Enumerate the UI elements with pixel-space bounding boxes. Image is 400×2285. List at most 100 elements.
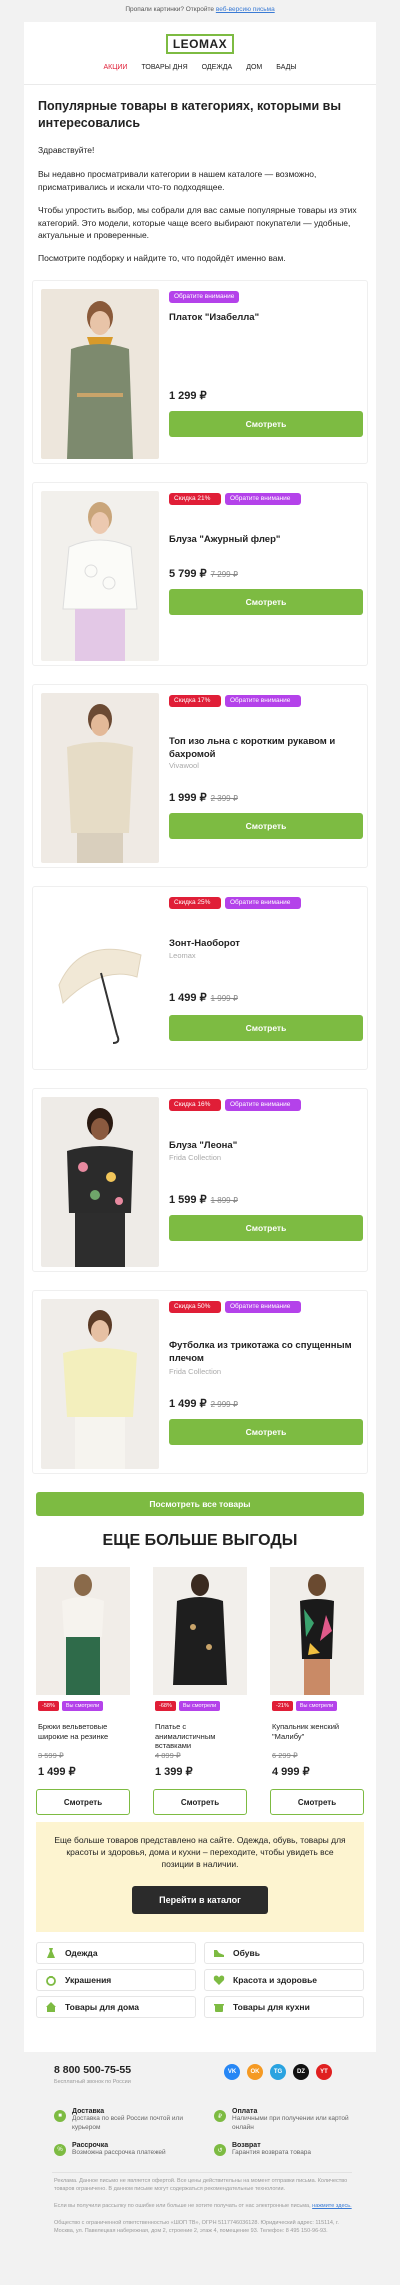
- product-image[interactable]: [153, 1567, 247, 1695]
- dzen-icon[interactable]: DZ: [293, 2064, 309, 2080]
- dress-icon: [45, 1947, 57, 1959]
- top-nav: АКЦИИ ТОВАРЫ ДНЯ ОДЕЖДА ДОМ БАДЫ: [24, 64, 376, 71]
- nav-item-products-of-day[interactable]: ТОВАРЫ ДНЯ: [141, 64, 187, 71]
- category-jewelry[interactable]: Украшения: [36, 1969, 196, 1991]
- intro-paragraph-2: Чтобы упростить выбор, мы собрали для ва…: [38, 205, 357, 240]
- price-old: 3 599 ₽: [38, 1751, 64, 1760]
- percent-icon: %: [54, 2144, 66, 2156]
- info-title: Возврат: [232, 2142, 261, 2149]
- badge-row: Скидка 50% Обратите внимание: [169, 1301, 301, 1313]
- view-button[interactable]: Смотреть: [169, 589, 363, 615]
- pot-icon: [213, 2001, 225, 2013]
- price-old: 1 899 ₽: [210, 1196, 238, 1205]
- attention-badge: Обратите внимание: [225, 1099, 301, 1111]
- nav-item-home[interactable]: ДОМ: [246, 64, 262, 71]
- installment-info: % Рассрочка Возможна рассрочка платежей: [54, 2142, 194, 2158]
- telegram-icon[interactable]: TG: [270, 2064, 286, 2080]
- nav-item-clothes[interactable]: ОДЕЖДА: [202, 64, 233, 71]
- category-shoes[interactable]: Обувь: [204, 1942, 364, 1964]
- nav-item-promotions[interactable]: АКЦИИ: [103, 64, 127, 71]
- mini-product-card: -21% Вы смотрели Купальник женский "Мали…: [270, 1567, 364, 1821]
- product-name[interactable]: Футболка из трикотажа со спущенным плечо…: [169, 1339, 365, 1365]
- product-image[interactable]: [41, 289, 159, 459]
- category-label: Красота и здоровье: [233, 1975, 318, 1985]
- ok-icon[interactable]: OK: [247, 2064, 263, 2080]
- badge-row: Обратите внимание: [169, 291, 240, 303]
- go-to-catalog-button[interactable]: Перейти в каталог: [132, 1886, 268, 1914]
- info-title: Доставка: [72, 2108, 105, 2115]
- sale-badge: Скидка 25%: [169, 897, 221, 909]
- view-button[interactable]: Смотреть: [36, 1789, 130, 1815]
- price-current: 1 599 ₽: [169, 1194, 207, 1206]
- attention-badge: Обратите внимание: [225, 1301, 301, 1313]
- shoe-icon: [213, 1947, 225, 1959]
- product-name[interactable]: Платье с анималистичным вставками: [155, 1722, 247, 1751]
- product-price: 5 799 ₽7 299 ₽: [169, 567, 238, 580]
- view-button[interactable]: Смотреть: [270, 1789, 364, 1815]
- support-phone[interactable]: 8 800 500-75-55: [54, 2064, 131, 2076]
- product-name[interactable]: Брюки вельветовые широкие на резинке: [38, 1722, 130, 1741]
- mini-product-card: -58% Вы смотрели Брюки вельветовые широк…: [36, 1567, 130, 1821]
- product-image[interactable]: [41, 1299, 159, 1469]
- company-info: Общество с ограниченной ответственностью…: [54, 2220, 339, 2234]
- product-brand: Leomax: [169, 951, 196, 960]
- product-image[interactable]: [41, 693, 159, 863]
- price-old: 4 899 ₽: [155, 1751, 181, 1760]
- product-image[interactable]: [270, 1567, 364, 1695]
- vk-icon[interactable]: VK: [224, 2064, 240, 2080]
- product-card: Скидка 16% Обратите внимание Блуза "Леон…: [32, 1088, 368, 1272]
- product-name[interactable]: Платок "Изабелла": [169, 311, 365, 324]
- price-old: 7 299 ₽: [210, 570, 238, 579]
- product-image[interactable]: [41, 895, 159, 1065]
- nav-item-supplements[interactable]: БАДЫ: [276, 64, 296, 71]
- intro-paragraph-1: Вы недавно просматривали категории в наш…: [38, 169, 317, 192]
- view-button[interactable]: Смотреть: [153, 1789, 247, 1815]
- price-current: 1 499 ₽: [169, 1398, 207, 1410]
- greeting: Здравствуйте!: [38, 145, 95, 155]
- youtube-icon[interactable]: YT: [316, 2064, 332, 2080]
- attention-badge: Обратите внимание: [225, 695, 301, 707]
- product-name[interactable]: Купальник женский "Малибу": [272, 1722, 364, 1741]
- category-clothes[interactable]: Одежда: [36, 1942, 196, 1964]
- leomax-logo[interactable]: LEOMAX: [166, 34, 234, 54]
- price-current: 4 999 ₽: [272, 1766, 310, 1778]
- product-price: 1 299 ₽: [169, 389, 207, 402]
- view-button[interactable]: Смотреть: [169, 1215, 363, 1241]
- sale-badge: Скидка 50%: [169, 1301, 221, 1313]
- view-all-button[interactable]: Посмотреть все товары: [36, 1492, 364, 1516]
- email-body: LEOMAX АКЦИИ ТОВАРЫ ДНЯ ОДЕЖДА ДОМ БАДЫ …: [24, 22, 376, 2052]
- product-image[interactable]: [41, 1097, 159, 1267]
- product-name[interactable]: Блуза "Леона": [169, 1139, 365, 1152]
- price-current: 1 999 ₽: [169, 792, 207, 804]
- mini-product-card: -68% Вы смотрели Платье с анималистичным…: [153, 1567, 247, 1821]
- price-current: 1 299 ₽: [169, 390, 207, 402]
- product-name[interactable]: Блуза "Ажурный флер": [169, 533, 365, 546]
- product-name[interactable]: Топ изо льна с коротким рукавом и бахром…: [169, 735, 365, 761]
- product-image[interactable]: [36, 1567, 130, 1695]
- product-card: Скидка 25% Обратите внимание Зонт-Наобор…: [32, 886, 368, 1070]
- sale-badge: Скидка 17%: [169, 695, 221, 707]
- category-beauty-health[interactable]: Красота и здоровье: [204, 1969, 364, 1991]
- viewed-badge: Вы смотрели: [61, 1701, 104, 1711]
- category-kitchen[interactable]: Товары для кухни: [204, 1996, 364, 2018]
- attention-badge: Обратите внимание: [225, 493, 301, 505]
- view-button[interactable]: Смотреть: [169, 1015, 363, 1041]
- web-version-link[interactable]: веб-версию письма: [216, 6, 275, 13]
- category-home[interactable]: Товары для дома: [36, 1996, 196, 2018]
- info-title: Рассрочка: [72, 2142, 109, 2149]
- view-button[interactable]: Смотреть: [169, 411, 363, 437]
- product-name[interactable]: Зонт-Наоборот: [169, 937, 365, 950]
- price-current: 1 499 ₽: [38, 1766, 76, 1778]
- price-old: 1 999 ₽: [210, 994, 238, 1003]
- footer: 8 800 500-75-55 Бесплатный звонок по Рос…: [24, 2054, 376, 2274]
- product-price: 1 599 ₽1 899 ₽: [169, 1193, 238, 1206]
- product-card: Скидка 50% Обратите внимание Футболка из…: [32, 1290, 368, 1474]
- unsubscribe-link[interactable]: нажмите здесь.: [312, 2203, 352, 2209]
- info-text: Гарантия возврата товара: [232, 2149, 312, 2156]
- category-label: Товары для дома: [65, 2002, 139, 2012]
- product-image[interactable]: [41, 491, 159, 661]
- product-brand: Vivawool: [169, 761, 199, 770]
- view-button[interactable]: Смотреть: [169, 813, 363, 839]
- view-button[interactable]: Смотреть: [169, 1419, 363, 1445]
- viewed-badge: Вы смотрели: [178, 1701, 221, 1711]
